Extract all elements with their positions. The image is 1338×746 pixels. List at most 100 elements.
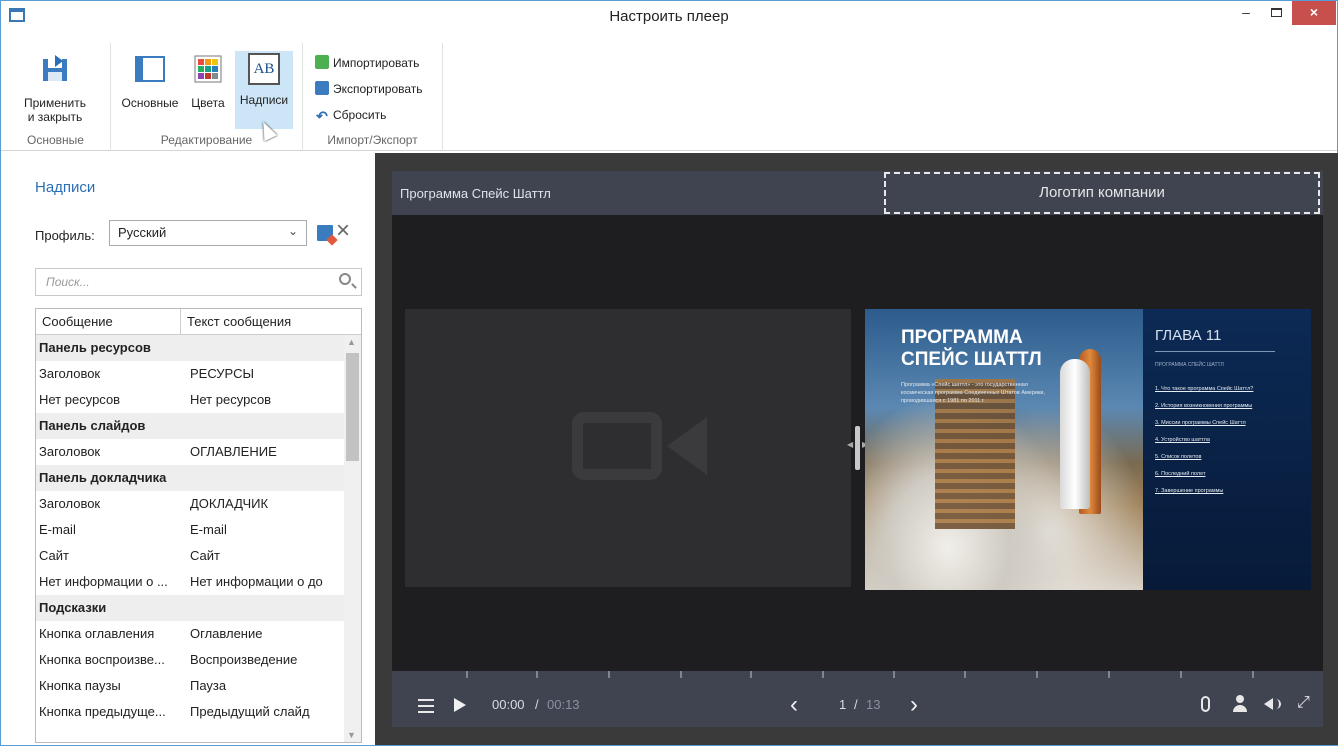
basic-tab-button[interactable]: Основные [119, 51, 181, 110]
table-group-row[interactable]: Панель слайдов [36, 413, 361, 439]
time-current: 00:00 [492, 697, 525, 712]
message-text-cell[interactable]: Сайт [186, 543, 341, 569]
title-bar: Настроить плеер – × [1, 1, 1337, 31]
window-title: Настроить плеер [609, 8, 729, 25]
chapter-subtitle: ПРОГРАММА СПЕЙС ШАТТЛ [1155, 362, 1224, 368]
timeline-tick [822, 671, 824, 678]
video-area [405, 309, 851, 587]
timeline-tick [1252, 671, 1254, 678]
message-text-cell[interactable]: ОГЛАВЛЕНИЕ [186, 439, 341, 465]
maximize-button[interactable] [1261, 1, 1291, 25]
timeline-tick [1108, 671, 1110, 678]
table-row[interactable]: Сайт Сайт [36, 543, 361, 569]
menu-icon[interactable] [418, 699, 434, 717]
search-input[interactable]: Поиск... [35, 268, 362, 296]
import-icon [315, 55, 329, 69]
table-body: Панель ресурсов Заголовок РЕСУРСЫ Нет ресур… [36, 335, 361, 725]
time-total: 00:13 [547, 697, 580, 712]
message-cell: Кнопка воспроизве... [39, 652, 165, 667]
colors-tab-button[interactable]: Цвета [183, 51, 233, 110]
presenter-icon[interactable] [1233, 695, 1247, 713]
group-title: Панель докладчика [39, 470, 167, 485]
apply-close-button[interactable]: Применить и закрыть [5, 51, 105, 124]
volume-icon[interactable] [1264, 698, 1273, 710]
space-shuttle [1060, 359, 1090, 509]
player-title[interactable]: Программа Спейс Шаттл [400, 186, 551, 201]
column-header-message[interactable]: Сообщение [36, 309, 181, 334]
table-row[interactable]: Кнопка воспроизве... Воспроизведение [36, 647, 361, 673]
message-cell: Кнопка оглавления [39, 626, 155, 641]
table-group-row[interactable]: Панель ресурсов [36, 335, 361, 361]
volume-wave-icon [1276, 699, 1281, 709]
message-cell: Кнопка предыдуще... [39, 704, 166, 719]
message-text-cell[interactable]: Оглавление [186, 621, 341, 647]
message-text-cell[interactable]: E-mail [186, 517, 341, 543]
message-cell: Заголовок [39, 366, 101, 381]
video-camera-lens-icon [667, 417, 707, 475]
message-text-cell[interactable]: РЕСУРСЫ [186, 361, 341, 387]
table-row[interactable]: Заголовок ДОКЛАДЧИК [36, 491, 361, 517]
message-cell: Кнопка паузы [39, 678, 121, 693]
scrollbar-thumb[interactable] [346, 353, 359, 461]
slide-heading-line-2: СПЕЙС ШАТТЛ [901, 349, 1042, 370]
message-text-cell[interactable]: Предыдущий слайд [186, 699, 341, 725]
table-row[interactable]: Нет информации о ... Нет информации о до [36, 569, 361, 595]
player: Программа Спейс Шаттл Логотип компании ◀… [392, 171, 1323, 727]
group-title: Подсказки [39, 600, 107, 615]
player-preview: Программа Спейс Шаттл Логотип компании ◀… [375, 153, 1338, 745]
message-text-cell[interactable]: ДОКЛАДЧИК [186, 491, 341, 517]
messages-table: Сообщение Текст сообщения Панель ресурсо… [35, 308, 362, 743]
timeline[interactable] [392, 671, 1323, 683]
company-logo-placeholder[interactable]: Логотип компании [884, 172, 1320, 214]
scroll-up-icon[interactable]: ▲ [347, 337, 356, 347]
labels-tab-button[interactable]: AB Надписи [235, 51, 293, 129]
export-button[interactable]: Экспортировать [315, 79, 423, 101]
table-scrollbar[interactable]: ▲ ▼ [344, 335, 361, 742]
fullscreen-icon[interactable]: ⤢ [1297, 694, 1310, 712]
search-icon [339, 273, 351, 285]
table-row[interactable]: Заголовок ОГЛАВЛЕНИЕ [36, 439, 361, 465]
message-text-cell[interactable]: Пауза [186, 673, 341, 699]
save-apply-icon [43, 55, 67, 81]
timeline-tick [608, 671, 610, 678]
time-separator: / [535, 697, 539, 712]
delete-profile-icon[interactable]: × [336, 219, 350, 243]
scroll-down-icon[interactable]: ▼ [347, 730, 356, 740]
settings-window: Настроить плеер – × Применить и закрыть … [0, 0, 1338, 746]
table-row[interactable]: Заголовок РЕСУРСЫ [36, 361, 361, 387]
next-slide-icon[interactable]: › [910, 691, 918, 719]
profile-select[interactable]: Русский ⌄ [109, 220, 307, 246]
ribbon: Применить и закрыть Основные Основные Цв… [1, 43, 1337, 151]
message-text-cell[interactable]: Нет информации о до [186, 569, 341, 595]
table-row[interactable]: Кнопка паузы Пауза [36, 673, 361, 699]
table-row[interactable]: Нет ресурсов Нет ресурсов [36, 387, 361, 413]
table-group-row[interactable]: Подсказки [36, 595, 361, 621]
save-profile-icon[interactable] [317, 225, 333, 241]
table-row[interactable]: E-mail E-mail [36, 517, 361, 543]
table-row[interactable]: Кнопка предыдуще... Предыдущий слайд [36, 699, 361, 725]
slide-toc: 1. Что такое программа Спейс Шаттл? 2. И… [1155, 381, 1253, 500]
attachment-icon[interactable] [1201, 696, 1210, 712]
message-cell: Нет ресурсов [39, 392, 121, 407]
timeline-tick [466, 671, 468, 678]
panel-splitter[interactable] [855, 426, 860, 470]
table-row[interactable]: Кнопка оглавления Оглавление [36, 621, 361, 647]
timeline-tick [964, 671, 966, 678]
timeline-tick [1036, 671, 1038, 678]
previous-slide-icon[interactable]: ‹ [790, 691, 798, 719]
close-button[interactable]: × [1292, 1, 1336, 25]
message-cell: E-mail [39, 522, 76, 537]
table-group-row[interactable]: Панель докладчика [36, 465, 361, 491]
message-text-cell[interactable]: Нет ресурсов [186, 387, 341, 413]
labels-panel: Надписи Профиль: Русский ⌄ × Поиск... Со… [15, 153, 375, 743]
layout-icon [135, 56, 165, 82]
profile-value: Русский [118, 225, 167, 240]
message-text-cell[interactable]: Воспроизведение [186, 647, 341, 673]
column-header-text[interactable]: Текст сообщения [181, 309, 297, 334]
import-button[interactable]: Импортировать [315, 53, 419, 75]
play-icon[interactable] [454, 698, 466, 712]
toc-item: 3. Миссии программы Спейс Шаттл [1155, 420, 1246, 426]
reset-button[interactable]: ↶ Сбросить [315, 105, 386, 127]
minimize-button[interactable]: – [1231, 1, 1261, 25]
chapter-divider [1155, 351, 1275, 352]
